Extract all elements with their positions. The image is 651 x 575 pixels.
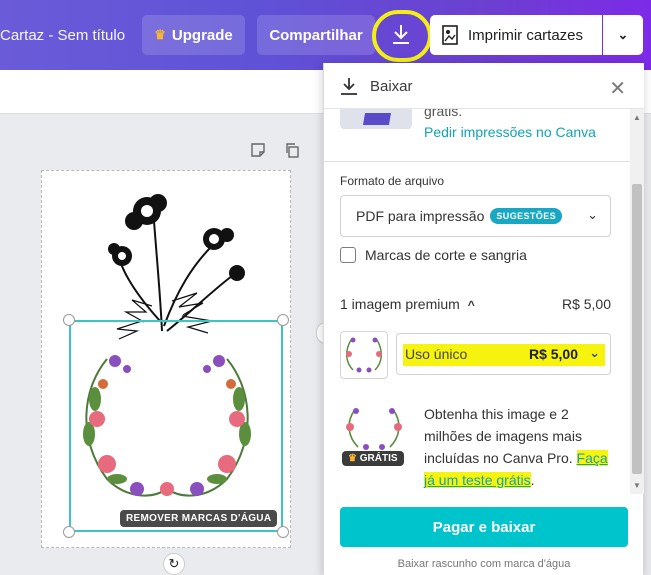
chevron-down-icon: ⌄ (617, 27, 629, 42)
document-title[interactable]: Cartaz - Sem título (0, 27, 125, 44)
page-tools (250, 142, 300, 158)
close-icon[interactable]: ✕ (609, 76, 626, 101)
order-prints-link[interactable]: Pedir impressões no Canva (424, 124, 596, 140)
upgrade-button[interactable]: ♛ Upgrade (142, 15, 245, 55)
rotate-icon: ↻ (168, 556, 180, 571)
download-panel: Baixar ✕ grátis. Pedir impressões no Can… (323, 63, 644, 575)
panel-scrollbar[interactable]: ▲ ▼ (630, 109, 644, 494)
license-select[interactable]: Uso único R$ 5,00 ⌄ (396, 333, 611, 375)
canva-pro-promo: Obtenha this image e 2 milhões de imagen… (424, 403, 619, 491)
remove-watermark-tag[interactable]: REMOVER MARCAS D'ÁGUA (120, 510, 278, 527)
download-highlight-circle (372, 10, 432, 62)
scroll-up-arrow-icon[interactable]: ▲ (633, 113, 641, 122)
premium-price: R$ 5,00 (561, 296, 611, 312)
crop-marks-label: Marcas de corte e sangria (365, 247, 527, 263)
chevron-down-icon: ⌄ (587, 207, 598, 222)
scroll-down-arrow-icon[interactable]: ▼ (633, 481, 641, 490)
download-panel-title: Baixar (370, 78, 413, 95)
print-poster-icon (442, 25, 458, 45)
pro-promo-text: Obtenha this image e 2 milhões de imagen… (424, 406, 582, 466)
free-badge-label: GRÁTIS (359, 453, 398, 464)
scroll-thumb[interactable] (632, 184, 642, 474)
flower-bouquet-illustration[interactable] (42, 181, 292, 341)
free-trial-link[interactable]: já um teste grátis (424, 472, 531, 488)
license-price: R$ 5,00 (528, 346, 578, 362)
download-panel-header: Baixar ✕ (324, 63, 644, 109)
premium-summary[interactable]: 1 imagem premium ^ R$ 5,00 (340, 296, 611, 312)
chevron-down-icon: ⌄ (589, 345, 600, 360)
pay-and-download-button[interactable]: Pagar e baixar (340, 507, 628, 547)
divider (324, 161, 630, 162)
duplicate-page-icon[interactable] (284, 142, 300, 158)
resize-handle-tl[interactable] (63, 314, 75, 326)
suggestions-badge: SUGESTÕES (490, 208, 563, 224)
file-format-value: PDF para impressão (356, 208, 485, 224)
upgrade-label: Upgrade (171, 26, 233, 44)
download-icon (341, 78, 357, 95)
pro-promo-end: . (530, 472, 535, 488)
free-badge: ♛ GRÁTIS (342, 451, 404, 466)
file-format-select[interactable]: PDF para impressão SUGESTÕES ⌄ (340, 195, 611, 237)
crown-icon: ♛ (348, 453, 357, 464)
premium-label: 1 imagem premium (340, 296, 460, 312)
chevron-up-icon: ^ (467, 298, 475, 312)
print-promo-text: grátis. (424, 109, 463, 119)
print-posters-label: Imprimir cartazes (468, 26, 584, 44)
print-posters-button[interactable]: Imprimir cartazes (430, 15, 602, 55)
selection-box[interactable] (69, 320, 283, 532)
premium-image-thumbnail (340, 331, 388, 379)
download-draft-link[interactable]: Baixar rascunho com marca d'água (324, 558, 644, 570)
crown-icon: ♛ (154, 27, 166, 42)
download-options[interactable]: grátis. Pedir impressões no Canva Format… (324, 109, 630, 494)
print-thumbnail (340, 109, 412, 129)
resize-handle-br[interactable] (277, 526, 289, 538)
share-button[interactable]: Compartilhar (257, 15, 375, 55)
license-label: Uso único (405, 346, 468, 362)
crop-marks-option[interactable]: Marcas de corte e sangria (340, 247, 527, 263)
free-trial-link-start[interactable]: Faça (576, 450, 608, 466)
print-options-dropdown[interactable]: ⌄ (603, 15, 643, 55)
add-note-icon[interactable] (250, 142, 266, 158)
rotate-handle[interactable]: ↻ (163, 553, 185, 575)
resize-handle-tr[interactable] (277, 314, 289, 326)
crop-marks-checkbox[interactable] (340, 247, 356, 263)
file-format-label: Formato de arquivo (340, 174, 445, 188)
top-bar: Cartaz - Sem título ♛ Upgrade Compartilh… (0, 0, 651, 70)
resize-handle-bl[interactable] (63, 526, 75, 538)
